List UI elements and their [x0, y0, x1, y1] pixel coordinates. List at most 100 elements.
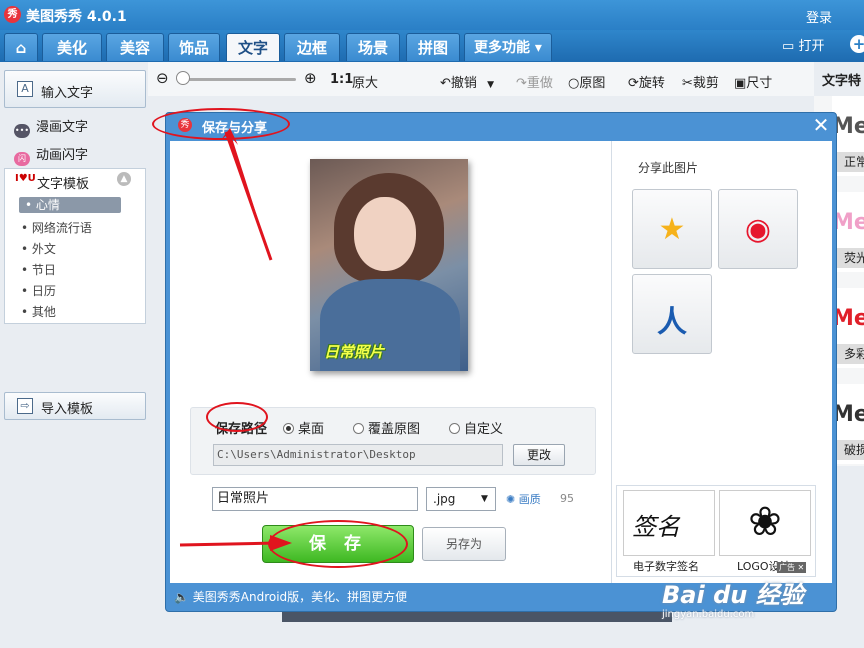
radio-overwrite-original[interactable]: 覆盖原图 — [353, 418, 420, 437]
redo-button[interactable]: ↷重做 — [516, 72, 553, 91]
share-weibo-button[interactable]: ◉ — [718, 189, 798, 269]
extension-value: .jpg — [433, 492, 456, 506]
template-header[interactable]: I♥U 文字模板 ▲ — [5, 169, 145, 193]
save-path-field[interactable]: C:\Users\Administrator\Desktop — [213, 444, 503, 466]
filename-field[interactable]: 日常照片 — [212, 487, 418, 511]
status-text: 美图秀秀Android版，美化、拼图更方便 — [192, 590, 408, 604]
chevron-down-icon[interactable]: ▼ — [487, 80, 494, 90]
close-icon[interactable]: ✕ — [810, 114, 832, 136]
animated-text-link[interactable]: 闪动画闪字 — [14, 144, 88, 166]
zoom-out-icon[interactable]: ⊖ — [156, 69, 169, 87]
crop-label: 裁剪 — [692, 76, 719, 91]
dialog-body: 日常照片 保存路径 桌面 覆盖原图 自定义 C:\Users\Administr… — [170, 141, 832, 583]
rotate-button[interactable]: ⟳旋转 — [628, 72, 665, 91]
category-label: 外文 — [31, 242, 56, 256]
category-foreign[interactable]: • 外文 — [21, 240, 56, 257]
extension-select[interactable]: .jpg ▼ — [426, 487, 496, 511]
photo-preview: 日常照片 — [310, 159, 468, 371]
comic-text-link[interactable]: ••• 漫画文字 — [14, 116, 88, 138]
zoom-in-icon[interactable]: ⊕ — [304, 69, 317, 87]
text-effects-title: 文字特 — [822, 74, 862, 89]
speech-bubble-icon: ••• — [14, 124, 30, 138]
radio-unselected-icon — [353, 423, 364, 434]
app-logo-icon: 秀 — [4, 6, 21, 23]
main-tab-bar: ⌂ 美化 美容 饰品 文字 边框 场景 拼图 更多功能 ▾ ▭ 打开 + — [0, 30, 864, 62]
open-button[interactable]: ▭ 打开 — [782, 35, 824, 54]
radio-label: 自定义 — [464, 422, 504, 437]
size-label: 尺寸 — [746, 76, 773, 91]
import-template-button[interactable]: ⇨ 导入模板 — [4, 392, 146, 420]
category-other[interactable]: • 其他 — [21, 303, 56, 320]
photo-face — [354, 197, 416, 271]
undo-button[interactable]: ↶撤销 ▼ — [440, 72, 494, 91]
scissors-icon: ✂ — [682, 76, 693, 91]
ads-box: 签名 ❀ 电子数字签名 LOGO设计 广告 ✕ — [616, 485, 816, 577]
share-renren-button[interactable]: 人 — [632, 274, 712, 354]
lotus-icon: ❀ — [748, 499, 782, 545]
redo-label: 重做 — [526, 76, 553, 91]
quality-value: 95 — [560, 492, 574, 505]
tab-frame[interactable]: 边框 — [284, 33, 340, 61]
save-section: 日常照片 保存路径 桌面 覆盖原图 自定义 C:\Users\Administr… — [170, 141, 610, 583]
home-tab[interactable]: ⌂ — [4, 33, 38, 61]
change-path-button[interactable]: 更改 — [513, 444, 565, 466]
import-icon: ⇨ — [17, 398, 33, 414]
signature-icon: 签名 — [632, 513, 680, 541]
original-size-button[interactable]: 原大 — [352, 72, 378, 91]
tab-more-features[interactable]: 更多功能 ▾ — [464, 33, 552, 61]
tab-beautify[interactable]: 美化 — [42, 33, 102, 61]
watermark-url: jingyan.baidu.com — [662, 609, 755, 620]
save-share-dialog: 秀 保存与分享 ✕ 日常照片 保存路径 桌面 覆盖原图 自定义 C:\Users… — [165, 112, 837, 612]
resize-icon: ▣ — [734, 76, 747, 91]
left-sidebar: A 输入文字 ••• 漫画文字 闪动画闪字 — [0, 62, 148, 648]
text-a-icon: A — [17, 81, 33, 97]
chevron-down-icon: ▼ — [481, 494, 488, 504]
animated-text-label: 动画闪字 — [36, 148, 89, 163]
photo-caption-text: 日常照片 — [324, 343, 385, 361]
share-section: 分享此图片 ★ ◉ 人 签名 ❀ 电子数字签名 LOGO设计 广告 ✕ — [611, 141, 832, 583]
open-label: 打开 — [798, 39, 825, 54]
tab-collage[interactable]: 拼图 — [406, 33, 460, 61]
category-calendar[interactable]: • 日历 — [21, 282, 56, 299]
qzone-icon: ★ — [658, 212, 686, 247]
ad-logo-thumb[interactable]: ❀ — [719, 490, 811, 556]
input-text-button[interactable]: A 输入文字 — [4, 70, 146, 108]
category-internet-slang[interactable]: • 网络流行语 — [21, 219, 92, 236]
save-as-button[interactable]: 另存为 — [422, 527, 506, 561]
zoom-slider-handle[interactable] — [176, 71, 190, 85]
radio-desktop[interactable]: 桌面 — [283, 418, 324, 437]
ad-signature-thumb[interactable]: 签名 — [623, 490, 715, 556]
love-you-icon: I♥U — [15, 173, 36, 184]
radio-selected-icon — [283, 423, 294, 434]
radio-custom[interactable]: 自定义 — [449, 418, 503, 437]
ratio-label[interactable]: 1:1 — [330, 72, 353, 87]
quality-setting[interactable]: ✺ 画质 — [506, 491, 541, 507]
radio-label: 桌面 — [298, 422, 325, 437]
title-bar: 秀 美图秀秀 4.0.1 登录 — [0, 0, 864, 30]
zoom-slider[interactable] — [178, 78, 296, 81]
category-label: 网络流行语 — [31, 221, 92, 235]
original-image-button[interactable]: ○原图 — [568, 72, 605, 91]
ad-signature-label[interactable]: 电子数字签名 — [633, 558, 699, 574]
crop-button[interactable]: ✂裁剪 — [682, 72, 719, 91]
original-label: 原图 — [579, 76, 606, 91]
tab-accessories[interactable]: 饰品 — [168, 33, 220, 61]
ad-close-tag[interactable]: 广告 ✕ — [777, 562, 807, 573]
speaker-icon: 🔈 — [174, 590, 189, 604]
weibo-icon: ◉ — [744, 212, 772, 247]
share-qzone-button[interactable]: ★ — [632, 189, 712, 269]
redo-icon: ↷ — [516, 76, 527, 91]
comic-text-label: 漫画文字 — [36, 120, 89, 135]
login-link[interactable]: 登录 — [806, 7, 832, 26]
category-holiday[interactable]: • 节日 — [21, 261, 56, 278]
home-icon: ⌂ — [15, 39, 27, 57]
add-button[interactable]: + — [850, 35, 864, 53]
category-mood[interactable]: • 心情 — [19, 197, 121, 213]
tab-text[interactable]: 文字 — [226, 33, 280, 61]
size-button[interactable]: ▣尺寸 — [734, 72, 772, 91]
tab-scene[interactable]: 场景 — [346, 33, 400, 61]
gear-icon: ✺ — [506, 493, 516, 506]
tab-face[interactable]: 美容 — [106, 33, 164, 61]
app-title: 美图秀秀 4.0.1 — [26, 9, 127, 25]
collapse-icon[interactable]: ▲ — [117, 172, 131, 186]
